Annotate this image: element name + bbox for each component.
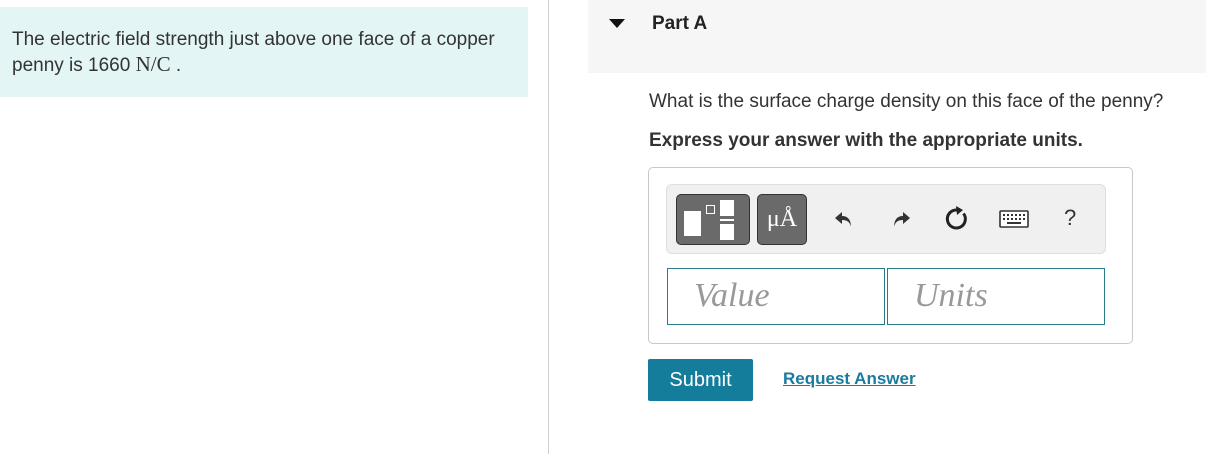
- part-header[interactable]: Part A: [588, 0, 1206, 73]
- request-answer-link[interactable]: Request Answer: [783, 369, 916, 389]
- templates-button[interactable]: [676, 194, 750, 245]
- units-input[interactable]: Units: [887, 268, 1105, 325]
- question-text: What is the surface charge density on th…: [649, 91, 1164, 112]
- redo-button[interactable]: [886, 203, 916, 235]
- problem-statement: The electric field strength just above o…: [0, 7, 528, 97]
- value-input[interactable]: Value: [667, 268, 885, 325]
- units-icon: μÅ: [766, 206, 798, 232]
- page: The electric field strength just above o…: [0, 0, 1206, 454]
- part-title: Part A: [652, 13, 708, 34]
- keyboard-button[interactable]: [998, 203, 1030, 235]
- problem-math: N/C: [135, 52, 171, 76]
- reset-button[interactable]: [942, 203, 972, 235]
- undo-button[interactable]: [829, 203, 859, 235]
- math-toolbar: μÅ ?: [666, 184, 1106, 254]
- keyboard-icon: [999, 210, 1029, 228]
- help-icon[interactable]: ?: [1064, 205, 1076, 231]
- undo-icon: [835, 212, 851, 227]
- reset-icon: [945, 206, 967, 230]
- problem-text-end: .: [170, 55, 182, 76]
- submit-button[interactable]: Submit: [648, 359, 753, 401]
- problem-text: The electric field strength just above o…: [12, 29, 495, 76]
- units-button[interactable]: μÅ: [757, 194, 807, 245]
- column-divider: [548, 0, 549, 454]
- answer-widget: μÅ ? Value Units: [648, 167, 1133, 344]
- collapse-caret-icon[interactable]: [609, 19, 625, 28]
- instruction-text: Express your answer with the appropriate…: [649, 130, 1083, 151]
- redo-icon: [894, 212, 910, 227]
